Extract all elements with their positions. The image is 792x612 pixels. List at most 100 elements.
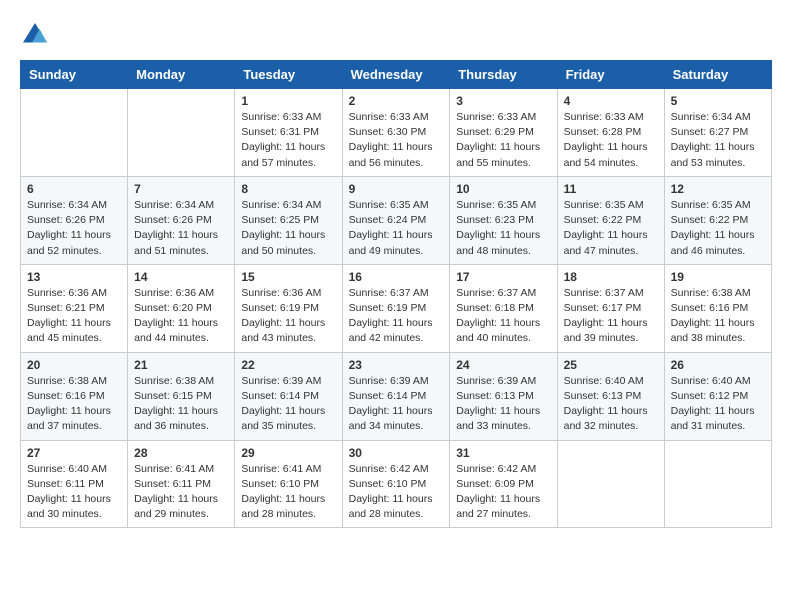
- day-number: 7: [134, 182, 228, 196]
- calendar-header: SundayMondayTuesdayWednesdayThursdayFrid…: [21, 61, 772, 89]
- day-number: 18: [564, 270, 658, 284]
- day-info: Sunrise: 6:40 AMSunset: 6:13 PMDaylight:…: [564, 374, 658, 435]
- calendar-cell: 16 Sunrise: 6:37 AMSunset: 6:19 PMDayligh…: [342, 264, 450, 352]
- calendar-cell: 30 Sunrise: 6:42 AMSunset: 6:10 PMDayligh…: [342, 440, 450, 528]
- day-number: 14: [134, 270, 228, 284]
- calendar-cell: 6 Sunrise: 6:34 AMSunset: 6:26 PMDaylight…: [21, 176, 128, 264]
- day-number: 30: [349, 446, 444, 460]
- day-info: Sunrise: 6:35 AMSunset: 6:24 PMDaylight:…: [349, 198, 444, 259]
- calendar-cell: 31Sunrise: 6:42 AMSunset: 6:09 PMDayligh…: [450, 440, 557, 528]
- calendar-cell: 25 Sunrise: 6:40 AMSunset: 6:13 PMDayligh…: [557, 352, 664, 440]
- day-info: Sunrise: 6:34 AMSunset: 6:26 PMDaylight:…: [27, 198, 121, 259]
- day-number: 3: [456, 94, 550, 108]
- calendar-cell: 19Sunrise: 6:38 AMSunset: 6:16 PMDayligh…: [664, 264, 771, 352]
- calendar-cell: 21 Sunrise: 6:38 AMSunset: 6:15 PMDayligh…: [128, 352, 235, 440]
- weekday-header-sunday: Sunday: [21, 61, 128, 89]
- day-number: 23: [349, 358, 444, 372]
- calendar-cell: 1 Sunrise: 6:33 AMSunset: 6:31 PMDaylight…: [235, 89, 342, 177]
- day-info: Sunrise: 6:37 AMSunset: 6:17 PMDaylight:…: [564, 286, 658, 347]
- day-number: 16: [349, 270, 444, 284]
- day-info: Sunrise: 6:37 AMSunset: 6:19 PMDaylight:…: [349, 286, 444, 347]
- day-info: Sunrise: 6:36 AMSunset: 6:19 PMDaylight:…: [241, 286, 335, 347]
- calendar-cell: 9 Sunrise: 6:35 AMSunset: 6:24 PMDaylight…: [342, 176, 450, 264]
- calendar-cell: 29 Sunrise: 6:41 AMSunset: 6:10 PMDayligh…: [235, 440, 342, 528]
- day-info: Sunrise: 6:38 AMSunset: 6:16 PMDaylight:…: [27, 374, 121, 435]
- calendar-cell: 24 Sunrise: 6:39 AMSunset: 6:13 PMDayligh…: [450, 352, 557, 440]
- day-info: Sunrise: 6:34 AMSunset: 6:26 PMDaylight:…: [134, 198, 228, 259]
- day-number: 28: [134, 446, 228, 460]
- calendar-cell: 12 Sunrise: 6:35 AMSunset: 6:22 PMDayligh…: [664, 176, 771, 264]
- day-number: 27: [27, 446, 121, 460]
- weekday-row: SundayMondayTuesdayWednesdayThursdayFrid…: [21, 61, 772, 89]
- calendar-cell: 11 Sunrise: 6:35 AMSunset: 6:22 PMDayligh…: [557, 176, 664, 264]
- day-number: 21: [134, 358, 228, 372]
- calendar-cell: [557, 440, 664, 528]
- calendar-cell: 3 Sunrise: 6:33 AMSunset: 6:29 PMDaylight…: [450, 89, 557, 177]
- day-number: 4: [564, 94, 658, 108]
- weekday-header-saturday: Saturday: [664, 61, 771, 89]
- day-info: Sunrise: 6:33 AMSunset: 6:29 PMDaylight:…: [456, 110, 550, 171]
- logo: [20, 20, 54, 50]
- calendar-cell: 27 Sunrise: 6:40 AMSunset: 6:11 PMDayligh…: [21, 440, 128, 528]
- calendar-cell: 17Sunrise: 6:37 AMSunset: 6:18 PMDayligh…: [450, 264, 557, 352]
- day-number: 1: [241, 94, 335, 108]
- calendar-cell: 15 Sunrise: 6:36 AMSunset: 6:19 PMDayligh…: [235, 264, 342, 352]
- day-number: 25: [564, 358, 658, 372]
- day-number: 15: [241, 270, 335, 284]
- day-info: Sunrise: 6:41 AMSunset: 6:10 PMDaylight:…: [241, 462, 335, 523]
- day-info: Sunrise: 6:34 AMSunset: 6:25 PMDaylight:…: [241, 198, 335, 259]
- calendar-cell: 5 Sunrise: 6:34 AMSunset: 6:27 PMDaylight…: [664, 89, 771, 177]
- calendar-cell: 18 Sunrise: 6:37 AMSunset: 6:17 PMDayligh…: [557, 264, 664, 352]
- day-info: Sunrise: 6:39 AMSunset: 6:14 PMDaylight:…: [349, 374, 444, 435]
- day-number: 11: [564, 182, 658, 196]
- calendar-cell: 7 Sunrise: 6:34 AMSunset: 6:26 PMDaylight…: [128, 176, 235, 264]
- weekday-header-monday: Monday: [128, 61, 235, 89]
- weekday-header-tuesday: Tuesday: [235, 61, 342, 89]
- day-info: Sunrise: 6:33 AMSunset: 6:31 PMDaylight:…: [241, 110, 335, 171]
- calendar-cell: 13Sunrise: 6:36 AMSunset: 6:21 PMDayligh…: [21, 264, 128, 352]
- day-number: 12: [671, 182, 765, 196]
- day-number: 24: [456, 358, 550, 372]
- day-number: 5: [671, 94, 765, 108]
- calendar-cell: 14 Sunrise: 6:36 AMSunset: 6:20 PMDayligh…: [128, 264, 235, 352]
- page-header: [20, 20, 772, 50]
- logo-icon: [20, 20, 50, 50]
- day-info: Sunrise: 6:39 AMSunset: 6:14 PMDaylight:…: [241, 374, 335, 435]
- day-info: Sunrise: 6:39 AMSunset: 6:13 PMDaylight:…: [456, 374, 550, 435]
- day-info: Sunrise: 6:40 AMSunset: 6:11 PMDaylight:…: [27, 462, 121, 523]
- day-number: 29: [241, 446, 335, 460]
- day-info: Sunrise: 6:35 AMSunset: 6:22 PMDaylight:…: [564, 198, 658, 259]
- day-info: Sunrise: 6:38 AMSunset: 6:15 PMDaylight:…: [134, 374, 228, 435]
- weekday-header-friday: Friday: [557, 61, 664, 89]
- calendar-cell: 23 Sunrise: 6:39 AMSunset: 6:14 PMDayligh…: [342, 352, 450, 440]
- calendar-cell: [664, 440, 771, 528]
- calendar-cell: 8 Sunrise: 6:34 AMSunset: 6:25 PMDaylight…: [235, 176, 342, 264]
- day-info: Sunrise: 6:38 AMSunset: 6:16 PMDaylight:…: [671, 286, 765, 347]
- week-row-1: 6 Sunrise: 6:34 AMSunset: 6:26 PMDaylight…: [21, 176, 772, 264]
- day-number: 6: [27, 182, 121, 196]
- day-info: Sunrise: 6:41 AMSunset: 6:11 PMDaylight:…: [134, 462, 228, 523]
- calendar-cell: [128, 89, 235, 177]
- day-number: 9: [349, 182, 444, 196]
- calendar-cell: 10Sunrise: 6:35 AMSunset: 6:23 PMDayligh…: [450, 176, 557, 264]
- day-number: 17: [456, 270, 550, 284]
- day-number: 2: [349, 94, 444, 108]
- day-number: 8: [241, 182, 335, 196]
- weekday-header-thursday: Thursday: [450, 61, 557, 89]
- week-row-3: 20Sunrise: 6:38 AMSunset: 6:16 PMDayligh…: [21, 352, 772, 440]
- day-number: 26: [671, 358, 765, 372]
- calendar-body: 1 Sunrise: 6:33 AMSunset: 6:31 PMDaylight…: [21, 89, 772, 528]
- day-info: Sunrise: 6:35 AMSunset: 6:22 PMDaylight:…: [671, 198, 765, 259]
- calendar-cell: 22Sunrise: 6:39 AMSunset: 6:14 PMDayligh…: [235, 352, 342, 440]
- week-row-4: 27 Sunrise: 6:40 AMSunset: 6:11 PMDayligh…: [21, 440, 772, 528]
- day-info: Sunrise: 6:36 AMSunset: 6:20 PMDaylight:…: [134, 286, 228, 347]
- calendar-cell: 28 Sunrise: 6:41 AMSunset: 6:11 PMDayligh…: [128, 440, 235, 528]
- calendar-cell: [21, 89, 128, 177]
- day-info: Sunrise: 6:42 AMSunset: 6:10 PMDaylight:…: [349, 462, 444, 523]
- day-info: Sunrise: 6:34 AMSunset: 6:27 PMDaylight:…: [671, 110, 765, 171]
- calendar-cell: 26 Sunrise: 6:40 AMSunset: 6:12 PMDayligh…: [664, 352, 771, 440]
- day-info: Sunrise: 6:40 AMSunset: 6:12 PMDaylight:…: [671, 374, 765, 435]
- week-row-2: 13Sunrise: 6:36 AMSunset: 6:21 PMDayligh…: [21, 264, 772, 352]
- day-number: 10: [456, 182, 550, 196]
- day-info: Sunrise: 6:36 AMSunset: 6:21 PMDaylight:…: [27, 286, 121, 347]
